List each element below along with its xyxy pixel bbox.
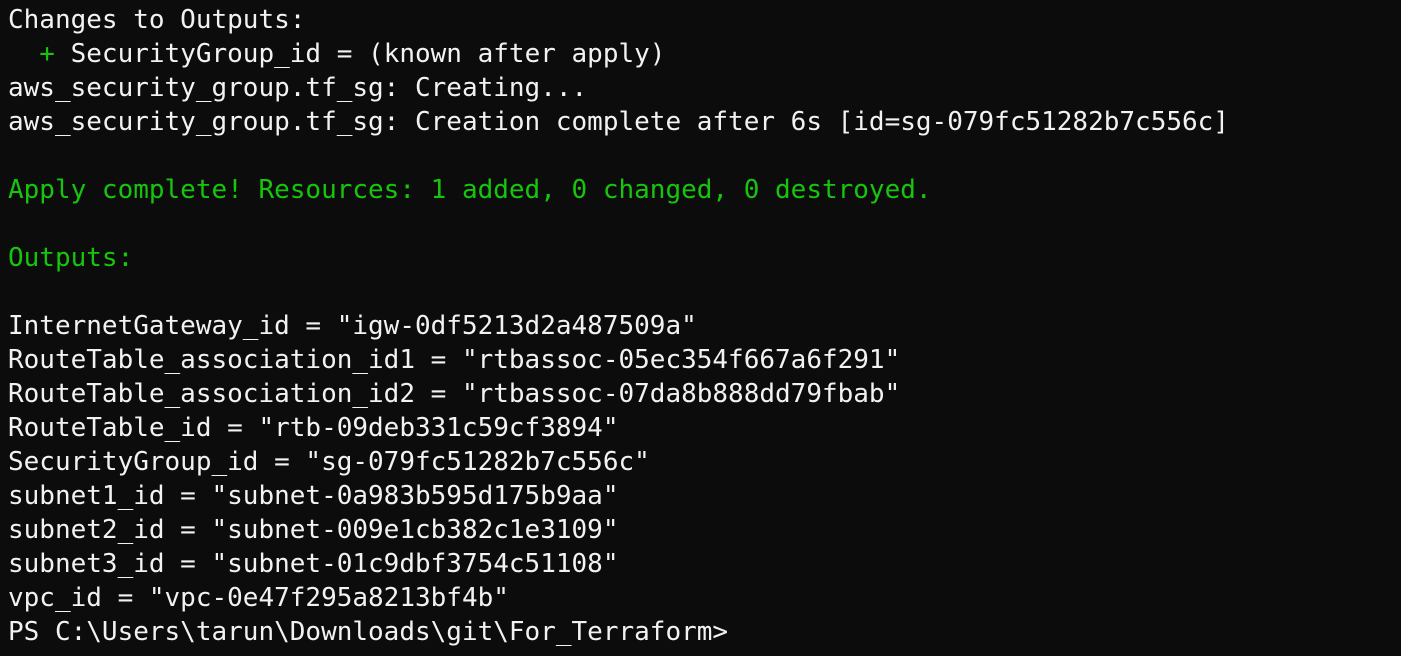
creating-line: aws_security_group.tf_sg: Creating... [8,73,588,103]
output-line: vpc_id = "vpc-0e47f295a8213bf4b" [8,583,509,613]
apply-complete-line: Apply complete! Resources: 1 added, 0 ch… [8,175,932,205]
outputs-header: Outputs: [8,243,134,273]
change-line: + SecurityGroup_id = (known after apply) [8,37,1401,71]
output-line: SecurityGroup_id = "sg-079fc51282b7c556c… [8,447,650,477]
terminal-window[interactable]: Changes to Outputs: + SecurityGroup_id =… [0,0,1401,656]
output-line: InternetGateway_id = "igw-0df5213d2a4875… [8,311,697,341]
changes-header: Changes to Outputs: [8,5,306,35]
plus-marker: + [8,39,71,69]
output-line: RouteTable_association_id2 = "rtbassoc-0… [8,379,901,409]
output-line: RouteTable_association_id1 = "rtbassoc-0… [8,345,901,375]
shell-prompt[interactable]: PS C:\Users\tarun\Downloads\git\For_Terr… [8,615,1401,649]
output-line: subnet2_id = "subnet-009e1cb382c1e3109" [8,515,619,545]
output-line: subnet3_id = "subnet-01c9dbf3754c51108" [8,549,619,579]
change-text: SecurityGroup_id = (known after apply) [70,39,666,69]
created-line: aws_security_group.tf_sg: Creation compl… [8,107,1229,137]
output-line: RouteTable_id = "rtb-09deb331c59cf3894" [8,413,619,443]
output-line: subnet1_id = "subnet-0a983b595d175b9aa" [8,481,619,511]
